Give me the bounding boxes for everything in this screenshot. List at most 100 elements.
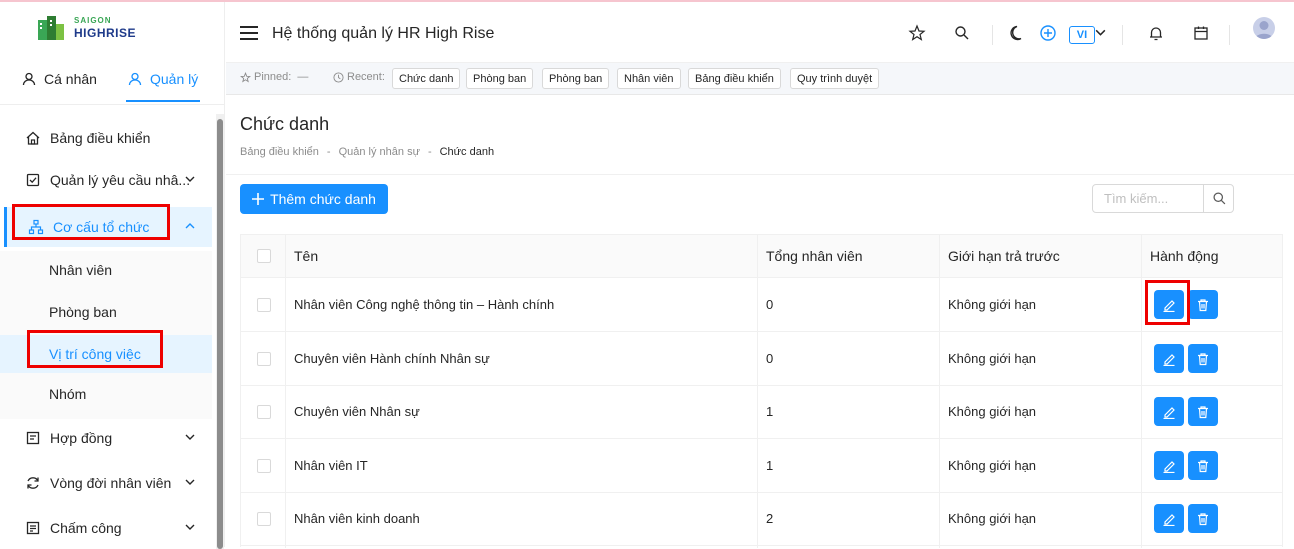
content-divider <box>226 174 1294 175</box>
sidebar-item-lifecycle[interactable]: Vòng đời nhân viên <box>0 463 212 503</box>
sidebar-subitem-groups[interactable]: Nhóm <box>0 375 212 413</box>
star-icon <box>240 71 251 83</box>
trash-icon <box>1198 512 1208 525</box>
search-button[interactable] <box>1203 184 1235 213</box>
column-header-total[interactable]: Tổng nhân viên <box>766 248 863 264</box>
cell-name: Chuyên viên Hành chính Nhân sự <box>294 351 490 366</box>
table-row: Nhân viên IT 1 Không giới hạn <box>241 439 1282 493</box>
avatar[interactable] <box>1253 17 1275 39</box>
cell-total: 1 <box>766 404 774 419</box>
recent-chip[interactable]: Phòng ban <box>466 68 534 89</box>
edit-icon <box>1163 299 1175 312</box>
add-position-button[interactable]: Thêm chức danh <box>240 184 388 214</box>
sidebar-item-label: Chấm công <box>50 520 122 536</box>
tab-management-label: Quản lý <box>150 71 199 87</box>
dark-mode-icon[interactable] <box>1009 24 1027 42</box>
sidebar-scrollbar-thumb[interactable] <box>217 119 223 549</box>
sidebar-item-contracts[interactable]: Hợp đồng <box>0 418 212 458</box>
column-header-actions: Hành động <box>1150 248 1219 264</box>
column-header-name[interactable]: Tên <box>294 248 318 264</box>
edit-button[interactable] <box>1154 504 1184 533</box>
chevron-down-icon <box>185 176 195 182</box>
plus-icon <box>252 193 265 205</box>
breadcrumb-current: Chức danh <box>439 146 495 158</box>
table-header: Tên Tổng nhân viên Giới hạn trả trước Hà… <box>241 235 1282 278</box>
search-input[interactable] <box>1093 185 1203 212</box>
sidebar-subitem-departments[interactable]: Phòng ban <box>0 293 212 331</box>
sidebar-item-timekeeping[interactable]: Chấm công <box>0 508 212 548</box>
brand-logo: SAIGON HIGHRISE <box>36 14 156 44</box>
trash-icon <box>1198 459 1208 472</box>
cell-total: 1 <box>766 458 774 473</box>
tab-management[interactable]: Quản lý <box>128 71 198 87</box>
contract-icon <box>24 429 42 447</box>
edit-button[interactable] <box>1154 451 1184 480</box>
recent-section: Recent: <box>333 71 385 83</box>
chevron-down-icon[interactable] <box>1094 26 1107 39</box>
sidebar-item-label: Cơ cấu tổ chức <box>53 219 150 235</box>
breadcrumb-item[interactable]: Bảng điều khiển <box>240 146 319 158</box>
select-all-checkbox[interactable] <box>257 249 271 263</box>
sidebar-subitem-label: Nhân viên <box>49 262 113 278</box>
recent-chip[interactable]: Chức danh <box>392 68 461 89</box>
pinned-section: Pinned: — <box>240 71 308 83</box>
cell-limit: Không giới hạn <box>948 404 1037 419</box>
sidebar-item-org-structure[interactable]: Cơ cấu tổ chức <box>4 207 212 247</box>
user-icon <box>22 72 36 86</box>
recent-chip[interactable]: Quy trình duyệt <box>790 68 880 89</box>
app-title: Hệ thống quản lý HR High Rise <box>272 25 495 42</box>
timesheet-icon <box>24 519 42 537</box>
table-row: Chuyên viên Hành chính Nhân sự 0 Không g… <box>241 332 1282 386</box>
edit-button[interactable] <box>1154 290 1184 319</box>
sidebar-item-requests[interactable]: Quản lý yêu cầu nhâ... <box>0 160 212 200</box>
table-row: Nhân viên kinh doanh 2 Không giới hạn <box>241 492 1282 546</box>
chevron-up-icon <box>185 223 195 229</box>
top-header: Hệ thống quản lý HR High Rise VI <box>226 2 1294 63</box>
cell-limit: Không giới hạn <box>948 511 1037 526</box>
sidebar-subitem-label: Vị trí công việc <box>49 346 141 362</box>
clock-icon <box>333 71 344 83</box>
chevron-down-icon <box>185 479 195 485</box>
header-divider <box>1229 25 1230 45</box>
column-header-limit[interactable]: Giới hạn trả trước <box>948 248 1060 264</box>
row-checkbox[interactable] <box>257 512 271 526</box>
delete-button[interactable] <box>1188 397 1218 426</box>
sidebar-subitem-label: Nhóm <box>49 386 87 402</box>
chevron-down-icon <box>185 524 195 530</box>
delete-button[interactable] <box>1188 344 1218 373</box>
sidebar-item-dashboard[interactable]: Bảng điều khiển <box>0 118 212 158</box>
sidebar: SAIGON HIGHRISE Cá nhân Quản lý Bảng điề… <box>0 2 225 549</box>
bell-icon[interactable] <box>1147 24 1165 42</box>
recent-chip[interactable]: Bảng điều khiển <box>688 68 781 89</box>
sidebar-subitem-job-positions[interactable]: Vị trí công việc <box>0 335 212 373</box>
row-checkbox[interactable] <box>257 298 271 312</box>
edit-button[interactable] <box>1154 344 1184 373</box>
recent-chip[interactable]: Phòng ban <box>542 68 610 89</box>
trash-icon <box>1198 298 1208 311</box>
delete-button[interactable] <box>1188 451 1218 480</box>
edit-button[interactable] <box>1154 397 1184 426</box>
breadcrumb-separator: - <box>326 146 331 158</box>
add-circle-icon[interactable] <box>1039 24 1057 42</box>
breadcrumb-item[interactable]: Quản lý nhân sự <box>339 146 420 158</box>
language-badge[interactable]: VI <box>1069 26 1095 44</box>
cell-limit: Không giới hạn <box>948 458 1037 473</box>
row-checkbox[interactable] <box>257 459 271 473</box>
row-checkbox[interactable] <box>257 352 271 366</box>
cell-name: Chuyên viên Nhân sự <box>294 404 420 419</box>
star-icon[interactable] <box>908 24 926 42</box>
sidebar-subitem-employees[interactable]: Nhân viên <box>0 251 212 289</box>
row-checkbox[interactable] <box>257 405 271 419</box>
recent-chip[interactable]: Nhân viên <box>617 68 681 89</box>
tab-personal[interactable]: Cá nhân <box>22 71 97 87</box>
calendar-icon[interactable] <box>1192 24 1210 42</box>
breadcrumb: Bảng điều khiển - Quản lý nhân sự - Chức… <box>240 146 494 158</box>
delete-button[interactable] <box>1188 290 1218 319</box>
search-box <box>1092 184 1234 213</box>
menu-toggle-icon[interactable] <box>240 26 258 40</box>
cell-total: 2 <box>766 511 774 526</box>
delete-button[interactable] <box>1188 504 1218 533</box>
tab-personal-label: Cá nhân <box>44 71 97 87</box>
search-icon[interactable] <box>953 24 971 42</box>
cell-total: 0 <box>766 297 774 312</box>
